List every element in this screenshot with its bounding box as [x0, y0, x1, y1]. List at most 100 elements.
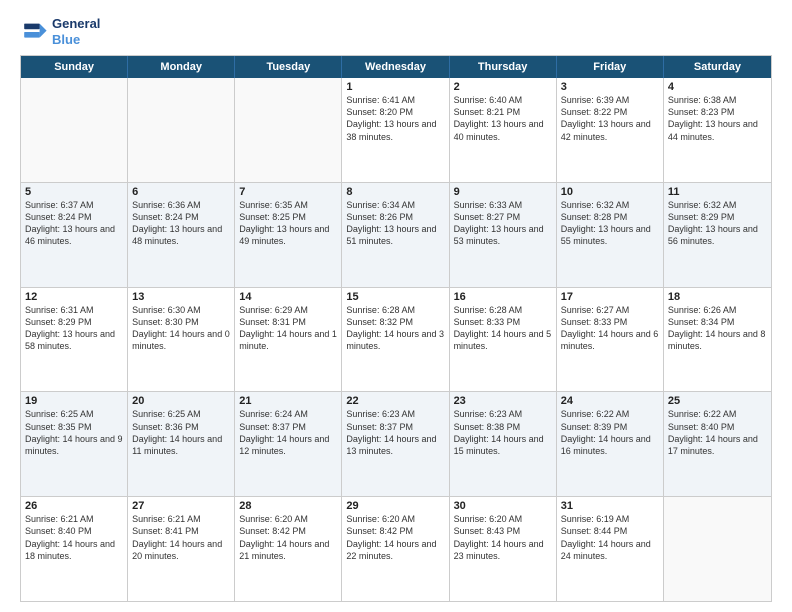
calendar-cell: 1Sunrise: 6:41 AM Sunset: 8:20 PM Daylig… [342, 78, 449, 182]
cell-text: Sunrise: 6:35 AM Sunset: 8:25 PM Dayligh… [239, 199, 337, 248]
day-number: 12 [25, 291, 123, 303]
calendar-cell [128, 78, 235, 182]
day-header-wednesday: Wednesday [342, 56, 449, 78]
calendar-cell: 4Sunrise: 6:38 AM Sunset: 8:23 PM Daylig… [664, 78, 771, 182]
calendar-row: 1Sunrise: 6:41 AM Sunset: 8:20 PM Daylig… [21, 78, 771, 183]
cell-text: Sunrise: 6:21 AM Sunset: 8:41 PM Dayligh… [132, 513, 230, 562]
calendar-cell: 15Sunrise: 6:28 AM Sunset: 8:32 PM Dayli… [342, 288, 449, 392]
cell-text: Sunrise: 6:40 AM Sunset: 8:21 PM Dayligh… [454, 94, 552, 143]
page: General Blue SundayMondayTuesdayWednesda… [0, 0, 792, 612]
calendar-cell: 24Sunrise: 6:22 AM Sunset: 8:39 PM Dayli… [557, 392, 664, 496]
cell-text: Sunrise: 6:22 AM Sunset: 8:40 PM Dayligh… [668, 408, 767, 457]
day-number: 14 [239, 291, 337, 303]
calendar-cell [235, 78, 342, 182]
cell-text: Sunrise: 6:23 AM Sunset: 8:38 PM Dayligh… [454, 408, 552, 457]
calendar-cell: 17Sunrise: 6:27 AM Sunset: 8:33 PM Dayli… [557, 288, 664, 392]
calendar-body: 1Sunrise: 6:41 AM Sunset: 8:20 PM Daylig… [21, 78, 771, 601]
logo-text: General Blue [52, 16, 100, 47]
calendar-cell: 13Sunrise: 6:30 AM Sunset: 8:30 PM Dayli… [128, 288, 235, 392]
calendar-cell: 18Sunrise: 6:26 AM Sunset: 8:34 PM Dayli… [664, 288, 771, 392]
calendar-cell: 5Sunrise: 6:37 AM Sunset: 8:24 PM Daylig… [21, 183, 128, 287]
day-number: 25 [668, 395, 767, 407]
day-number: 7 [239, 186, 337, 198]
cell-text: Sunrise: 6:21 AM Sunset: 8:40 PM Dayligh… [25, 513, 123, 562]
cell-text: Sunrise: 6:37 AM Sunset: 8:24 PM Dayligh… [25, 199, 123, 248]
calendar-cell: 7Sunrise: 6:35 AM Sunset: 8:25 PM Daylig… [235, 183, 342, 287]
calendar-cell: 11Sunrise: 6:32 AM Sunset: 8:29 PM Dayli… [664, 183, 771, 287]
header: General Blue [20, 16, 772, 47]
logo: General Blue [20, 16, 100, 47]
calendar-row: 5Sunrise: 6:37 AM Sunset: 8:24 PM Daylig… [21, 183, 771, 288]
cell-text: Sunrise: 6:38 AM Sunset: 8:23 PM Dayligh… [668, 94, 767, 143]
cell-text: Sunrise: 6:23 AM Sunset: 8:37 PM Dayligh… [346, 408, 444, 457]
cell-text: Sunrise: 6:31 AM Sunset: 8:29 PM Dayligh… [25, 304, 123, 353]
day-number: 13 [132, 291, 230, 303]
calendar-cell: 25Sunrise: 6:22 AM Sunset: 8:40 PM Dayli… [664, 392, 771, 496]
cell-text: Sunrise: 6:27 AM Sunset: 8:33 PM Dayligh… [561, 304, 659, 353]
calendar-cell: 14Sunrise: 6:29 AM Sunset: 8:31 PM Dayli… [235, 288, 342, 392]
calendar-row: 12Sunrise: 6:31 AM Sunset: 8:29 PM Dayli… [21, 288, 771, 393]
day-header-sunday: Sunday [21, 56, 128, 78]
cell-text: Sunrise: 6:29 AM Sunset: 8:31 PM Dayligh… [239, 304, 337, 353]
day-number: 21 [239, 395, 337, 407]
day-header-monday: Monday [128, 56, 235, 78]
calendar-cell [21, 78, 128, 182]
day-number: 23 [454, 395, 552, 407]
calendar-cell: 16Sunrise: 6:28 AM Sunset: 8:33 PM Dayli… [450, 288, 557, 392]
logo-icon [20, 18, 48, 46]
cell-text: Sunrise: 6:19 AM Sunset: 8:44 PM Dayligh… [561, 513, 659, 562]
calendar-cell: 9Sunrise: 6:33 AM Sunset: 8:27 PM Daylig… [450, 183, 557, 287]
day-number: 10 [561, 186, 659, 198]
day-number: 30 [454, 500, 552, 512]
cell-text: Sunrise: 6:41 AM Sunset: 8:20 PM Dayligh… [346, 94, 444, 143]
calendar-cell: 28Sunrise: 6:20 AM Sunset: 8:42 PM Dayli… [235, 497, 342, 601]
calendar-cell: 26Sunrise: 6:21 AM Sunset: 8:40 PM Dayli… [21, 497, 128, 601]
day-number: 27 [132, 500, 230, 512]
day-number: 16 [454, 291, 552, 303]
day-number: 28 [239, 500, 337, 512]
calendar: SundayMondayTuesdayWednesdayThursdayFrid… [20, 55, 772, 602]
calendar-cell: 20Sunrise: 6:25 AM Sunset: 8:36 PM Dayli… [128, 392, 235, 496]
day-header-thursday: Thursday [450, 56, 557, 78]
calendar-cell: 3Sunrise: 6:39 AM Sunset: 8:22 PM Daylig… [557, 78, 664, 182]
calendar-row: 26Sunrise: 6:21 AM Sunset: 8:40 PM Dayli… [21, 497, 771, 601]
calendar-cell: 21Sunrise: 6:24 AM Sunset: 8:37 PM Dayli… [235, 392, 342, 496]
day-number: 5 [25, 186, 123, 198]
calendar-cell: 8Sunrise: 6:34 AM Sunset: 8:26 PM Daylig… [342, 183, 449, 287]
day-number: 9 [454, 186, 552, 198]
cell-text: Sunrise: 6:30 AM Sunset: 8:30 PM Dayligh… [132, 304, 230, 353]
cell-text: Sunrise: 6:20 AM Sunset: 8:42 PM Dayligh… [239, 513, 337, 562]
cell-text: Sunrise: 6:36 AM Sunset: 8:24 PM Dayligh… [132, 199, 230, 248]
day-number: 3 [561, 81, 659, 93]
calendar-cell: 27Sunrise: 6:21 AM Sunset: 8:41 PM Dayli… [128, 497, 235, 601]
cell-text: Sunrise: 6:24 AM Sunset: 8:37 PM Dayligh… [239, 408, 337, 457]
cell-text: Sunrise: 6:28 AM Sunset: 8:32 PM Dayligh… [346, 304, 444, 353]
day-number: 24 [561, 395, 659, 407]
cell-text: Sunrise: 6:26 AM Sunset: 8:34 PM Dayligh… [668, 304, 767, 353]
day-number: 18 [668, 291, 767, 303]
day-number: 15 [346, 291, 444, 303]
day-number: 1 [346, 81, 444, 93]
calendar-cell: 30Sunrise: 6:20 AM Sunset: 8:43 PM Dayli… [450, 497, 557, 601]
calendar-cell: 22Sunrise: 6:23 AM Sunset: 8:37 PM Dayli… [342, 392, 449, 496]
calendar-cell: 12Sunrise: 6:31 AM Sunset: 8:29 PM Dayli… [21, 288, 128, 392]
calendar-cell: 10Sunrise: 6:32 AM Sunset: 8:28 PM Dayli… [557, 183, 664, 287]
day-number: 2 [454, 81, 552, 93]
calendar-cell: 2Sunrise: 6:40 AM Sunset: 8:21 PM Daylig… [450, 78, 557, 182]
day-number: 20 [132, 395, 230, 407]
cell-text: Sunrise: 6:39 AM Sunset: 8:22 PM Dayligh… [561, 94, 659, 143]
day-number: 22 [346, 395, 444, 407]
cell-text: Sunrise: 6:28 AM Sunset: 8:33 PM Dayligh… [454, 304, 552, 353]
day-headers: SundayMondayTuesdayWednesdayThursdayFrid… [21, 56, 771, 78]
day-number: 11 [668, 186, 767, 198]
calendar-cell: 19Sunrise: 6:25 AM Sunset: 8:35 PM Dayli… [21, 392, 128, 496]
day-number: 26 [25, 500, 123, 512]
cell-text: Sunrise: 6:22 AM Sunset: 8:39 PM Dayligh… [561, 408, 659, 457]
day-number: 17 [561, 291, 659, 303]
day-number: 4 [668, 81, 767, 93]
cell-text: Sunrise: 6:34 AM Sunset: 8:26 PM Dayligh… [346, 199, 444, 248]
calendar-cell: 31Sunrise: 6:19 AM Sunset: 8:44 PM Dayli… [557, 497, 664, 601]
calendar-cell: 23Sunrise: 6:23 AM Sunset: 8:38 PM Dayli… [450, 392, 557, 496]
day-header-tuesday: Tuesday [235, 56, 342, 78]
calendar-cell: 6Sunrise: 6:36 AM Sunset: 8:24 PM Daylig… [128, 183, 235, 287]
